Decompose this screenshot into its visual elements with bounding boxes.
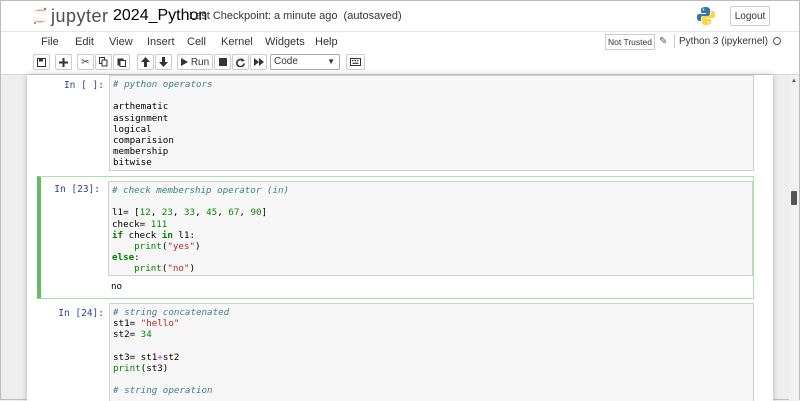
paste-button[interactable] <box>113 54 130 70</box>
notebook-container: In [ ]: # python operators arthematic as… <box>27 75 773 401</box>
page-scrollbar[interactable]: ▲ <box>789 75 799 401</box>
arrow-down-icon <box>159 57 168 67</box>
chevron-down-icon: ▼ <box>327 57 335 66</box>
code-line: assignment <box>113 112 169 124</box>
run-button[interactable]: Run <box>177 54 213 70</box>
kernel-name: Python 3 (ipykernel) <box>679 35 768 47</box>
code-comment: # string concatenated <box>113 307 230 318</box>
code-cell[interactable]: In [ ]: # python operators arthematic as… <box>37 75 754 172</box>
code-line: bitwise <box>113 157 152 169</box>
fast-forward-icon <box>253 58 264 66</box>
code-line: l1= [12, 23, 33, 45, 67, 90] <box>112 207 268 219</box>
code-line: membership <box>113 146 169 158</box>
code-line: st1= "hello" <box>113 318 180 330</box>
plus-icon <box>59 57 68 67</box>
kernel-indicator: Python 3 (ipykernel) <box>674 34 781 48</box>
code-cell-selected[interactable]: In [23]: # check membership operator (in… <box>37 176 754 299</box>
insert-cell-button[interactable] <box>55 54 72 70</box>
jupyter-logo-icon <box>34 7 47 24</box>
run-label: Run <box>190 56 210 68</box>
code-line: st2= 34 <box>113 329 152 341</box>
toolbar: ✂ Run Code ▼ <box>1 52 799 75</box>
checkpoint-label: Last Checkpoint: <box>189 10 271 22</box>
menu-help[interactable]: Help <box>315 36 338 48</box>
cell-input[interactable]: # python operators arthematic assignment… <box>109 75 754 171</box>
pencil-icon[interactable]: ✎ <box>659 36 667 47</box>
copy-icon <box>99 57 108 67</box>
kernel-idle-icon <box>772 37 781 45</box>
logo-text: jupyter <box>51 5 109 26</box>
copy-button[interactable] <box>95 54 112 70</box>
menu-insert[interactable]: Insert <box>147 36 175 48</box>
paste-icon <box>117 58 126 67</box>
stop-icon <box>218 58 227 66</box>
cell-code[interactable]: # python operators arthematic assignment… <box>110 76 753 172</box>
move-down-button[interactable] <box>155 54 172 70</box>
code-line: st3= st1+st2 <box>113 351 180 363</box>
trust-status-button[interactable]: Not Trusted <box>605 34 655 50</box>
cell-type-select[interactable]: Code ▼ <box>270 54 340 70</box>
menu-widgets[interactable]: Widgets <box>265 36 305 48</box>
cut-button[interactable]: ✂ <box>77 54 94 70</box>
command-palette-button[interactable] <box>346 54 365 70</box>
code-comment: # python operators <box>113 79 213 90</box>
menu-cell[interactable]: Cell <box>187 36 206 48</box>
save-button[interactable] <box>33 54 50 70</box>
cell-prompt: In [ ]: <box>63 80 104 91</box>
code-line: else: <box>112 252 140 264</box>
cell-input[interactable]: # check membership operator (in) l1= [12… <box>108 181 753 276</box>
restart-run-all-button[interactable] <box>250 54 267 70</box>
code-line: print("no") <box>134 263 196 275</box>
cell-prompt: In [24]: <box>58 308 104 319</box>
python-logo-icon <box>697 7 715 25</box>
code-line: comparision <box>113 135 174 147</box>
save-icon <box>37 57 46 67</box>
menu-edit[interactable]: Edit <box>75 36 94 48</box>
play-icon <box>180 58 188 66</box>
cell-type-value: Code <box>274 56 298 67</box>
cell-code[interactable]: # check membership operator (in) l1= [12… <box>109 182 752 278</box>
checkpoint-time: a minute ago <box>273 10 338 22</box>
restart-icon <box>236 57 245 67</box>
scroll-up-arrow-icon[interactable]: ▲ <box>791 78 797 84</box>
code-line: check= 111 <box>112 218 168 230</box>
cell-code[interactable]: # string concatenated st1= "hello" st2= … <box>110 304 753 400</box>
code-line: if check in l1: <box>112 229 196 241</box>
scroll-thumb[interactable] <box>791 191 797 205</box>
autosave-status: (autosaved) <box>343 10 402 22</box>
cell-input[interactable]: # string concatenated st1= "hello" st2= … <box>109 303 754 401</box>
code-comment: # check membership operator (in) <box>112 185 290 196</box>
header: jupyter 2024_Python Last Checkpoint: a mi… <box>1 1 799 31</box>
code-line: print("yes") <box>134 241 201 253</box>
cell-prompt: In [23]: <box>54 184 100 195</box>
menu-view[interactable]: View <box>109 36 133 48</box>
code-line: logical <box>113 123 152 135</box>
jupyter-window: jupyter 2024_Python Last Checkpoint: a mi… <box>0 0 800 401</box>
logout-button[interactable]: Logout <box>730 6 770 26</box>
move-up-button[interactable] <box>137 54 154 70</box>
scissors-icon: ✂ <box>81 56 90 68</box>
code-comment: # string operation <box>113 385 213 397</box>
keyboard-icon <box>350 58 361 66</box>
code-cell[interactable]: In [24]: # string concatenated st1= "hel… <box>37 303 754 401</box>
arrow-up-icon <box>141 57 150 67</box>
cell-output: no <box>111 281 123 292</box>
code-line: print(st3) <box>113 363 169 375</box>
checkpoint-status: Last Checkpoint: a minute ago (autosaved) <box>189 10 402 22</box>
interrupt-kernel-button[interactable] <box>214 54 231 70</box>
menu-kernel[interactable]: Kernel <box>221 36 253 48</box>
code-line: arthematic <box>113 101 169 113</box>
restart-kernel-button[interactable] <box>232 54 249 70</box>
jupyter-logo[interactable]: jupyter <box>33 6 109 26</box>
menu-file[interactable]: File <box>41 36 59 48</box>
